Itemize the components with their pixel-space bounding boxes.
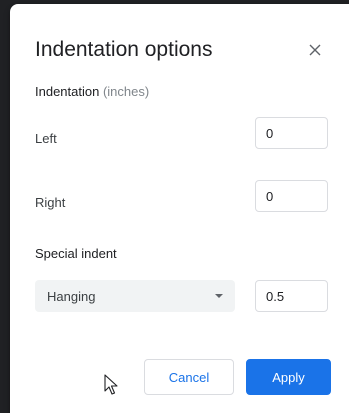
mouse-pointer-icon bbox=[104, 374, 118, 395]
left-indent-label: Left bbox=[35, 131, 57, 146]
dialog-title: Indentation options bbox=[35, 38, 213, 61]
special-indent-heading: Special indent bbox=[35, 246, 117, 261]
close-button[interactable] bbox=[303, 38, 327, 62]
indentation-options-dialog: Indentation options Indentation (inches)… bbox=[10, 4, 349, 413]
close-icon bbox=[309, 44, 321, 56]
apply-button[interactable]: Apply bbox=[246, 359, 331, 395]
special-indent-value-input[interactable] bbox=[255, 280, 328, 312]
cancel-button[interactable]: Cancel bbox=[144, 359, 234, 395]
left-indent-input[interactable] bbox=[255, 117, 328, 149]
special-indent-select[interactable]: Hanging bbox=[35, 280, 235, 312]
right-indent-label: Right bbox=[35, 195, 66, 210]
special-indent-selected: Hanging bbox=[47, 288, 96, 304]
dropdown-caret-icon bbox=[215, 294, 223, 298]
indentation-heading: Indentation (inches) bbox=[35, 84, 149, 100]
indentation-heading-label: Indentation bbox=[35, 84, 100, 99]
right-indent-input[interactable] bbox=[255, 180, 328, 212]
indentation-units: (inches) bbox=[102, 84, 150, 99]
